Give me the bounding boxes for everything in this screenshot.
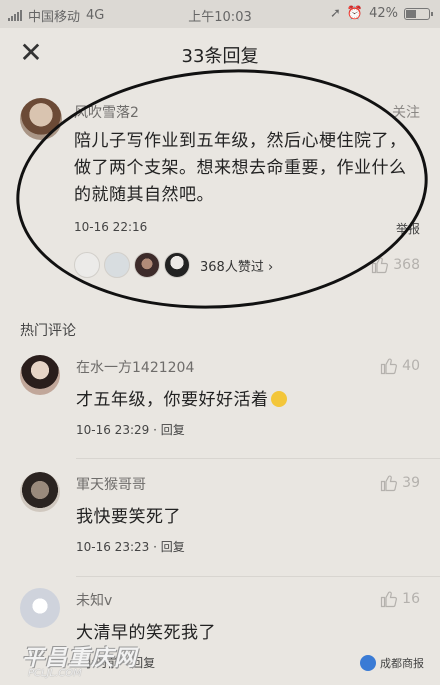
watermark-source: 成都商报 — [380, 657, 424, 670]
thumbs-up-icon — [381, 358, 398, 375]
watermark-url: PCLJL.COM — [28, 668, 82, 679]
wechat-logo-icon — [360, 655, 376, 671]
thumbs-up-icon — [381, 591, 398, 608]
reply-username[interactable]: 未知v — [76, 590, 112, 610]
reply-time[interactable]: 10-16 23:23 · 回复 — [76, 538, 185, 555]
report-button[interactable]: 举报 — [396, 220, 420, 237]
divider — [76, 576, 440, 577]
comment-time: 10-16 22:16 — [74, 220, 148, 234]
battery-percent: 42% — [369, 6, 398, 21]
like-button[interactable]: 39 — [380, 474, 420, 492]
battery-icon — [404, 7, 433, 20]
follow-button[interactable]: 关注 — [392, 102, 420, 122]
alarm-icon: ⏰ — [346, 6, 364, 21]
status-right: ➚ ⏰ 42% — [330, 6, 433, 21]
avatar[interactable] — [20, 588, 60, 628]
like-button[interactable]: 40 — [380, 357, 420, 375]
tearful-laugh-emoji-icon — [270, 391, 287, 407]
like-count: 16 — [402, 591, 420, 607]
reply-text: 我快要笑死了 — [76, 507, 181, 527]
avatar[interactable] — [20, 98, 62, 140]
reply-username[interactable]: 在水一方1421204 — [76, 357, 194, 377]
main-comment: 风吹雪落2 关注 陪儿子写作业到五年级，然后心梗住院了，做了两个支架。想来想去命… — [0, 80, 440, 310]
reply-item: 軍天猴哥哥 我快要笑死了 10-16 23:23 · 回复 39 — [0, 462, 440, 572]
like-count: 39 — [402, 475, 420, 491]
reply-username[interactable]: 軍天猴哥哥 — [76, 474, 146, 494]
reply-item: 在水一方1421204 才五年级，你要好好活着 10-16 23:29 · 回复… — [0, 345, 440, 455]
liker-avatar — [164, 252, 190, 278]
avatar[interactable] — [20, 472, 60, 512]
thumbs-up-icon — [381, 475, 398, 492]
reply-text-content: 才五年级，你要好好活着 — [76, 390, 269, 410]
liker-avatar — [74, 252, 100, 278]
reply-text: 才五年级，你要好好活着 — [76, 385, 287, 410]
nav-bar: ✕ 33条回复 — [0, 28, 440, 80]
hot-comments-title: 热门评论 — [20, 323, 76, 339]
like-button[interactable]: 16 — [380, 590, 420, 608]
comment-text: 陪儿子写作业到五年级，然后心梗住院了，做了两个支架。想来想去命重要，作业什么的就… — [74, 131, 407, 205]
divider — [76, 458, 440, 459]
reply-time[interactable]: 10-16 23:29 · 回复 — [76, 421, 185, 438]
liker-avatar — [104, 252, 130, 278]
liker-avatar — [134, 252, 160, 278]
liked-by-row[interactable]: 368人赞过 › — [74, 252, 273, 278]
avatar[interactable] — [20, 355, 60, 395]
thumbs-up-icon — [372, 257, 389, 274]
comment-username[interactable]: 风吹雪落2 — [74, 102, 139, 122]
liked-by-count: 368人赞过 › — [200, 259, 274, 275]
watermark-right: 成都商报 — [360, 655, 424, 671]
page-title: 33条回复 — [181, 46, 259, 67]
like-count: 40 — [402, 358, 420, 374]
like-button[interactable]: 368 — [371, 256, 420, 274]
like-count: 368 — [393, 257, 420, 273]
status-bar: 中国移动 4G 上午10:03 ➚ ⏰ 42% — [0, 0, 440, 28]
location-icon: ➚ — [330, 6, 341, 21]
